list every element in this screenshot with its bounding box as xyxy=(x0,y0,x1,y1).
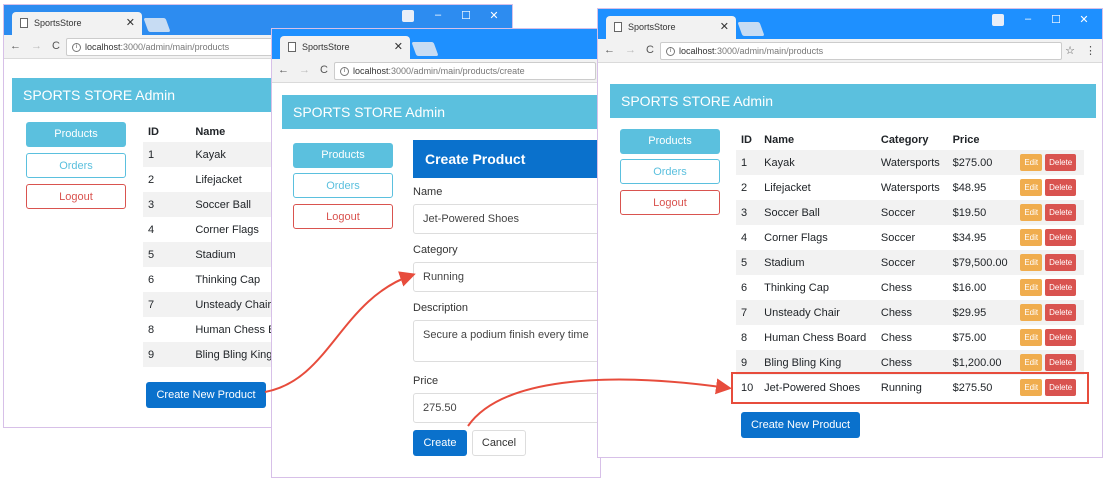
arrow-form-to-new-row xyxy=(467,378,732,427)
arrow-create-to-form xyxy=(264,271,416,393)
annotation-arrows xyxy=(264,271,732,427)
